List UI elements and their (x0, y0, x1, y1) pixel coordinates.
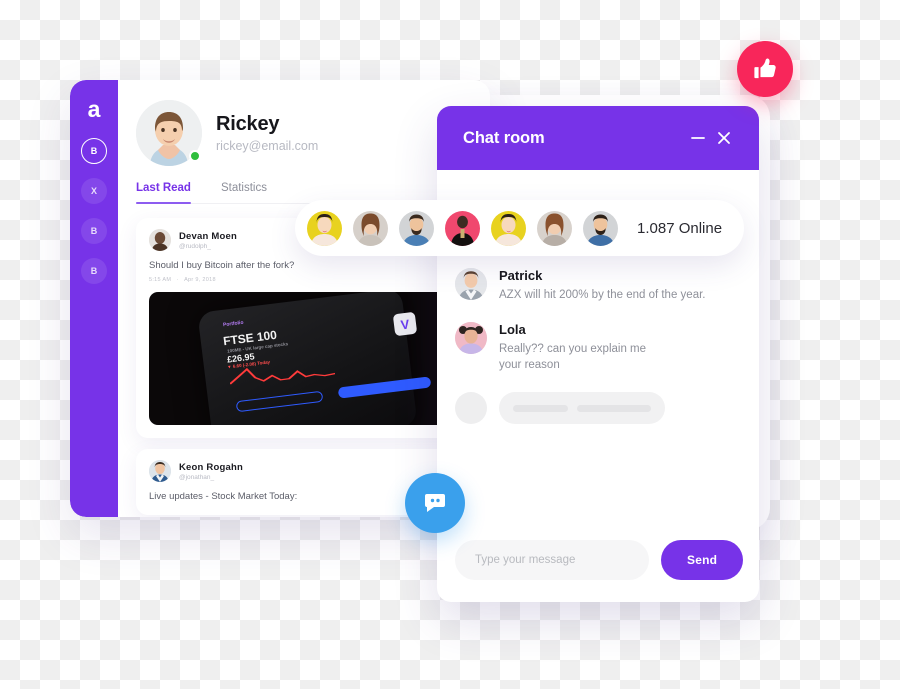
post-time: 5:15 AM (149, 277, 172, 283)
post-header: Keon Rogahn @jonathan_ (149, 460, 459, 482)
avatar-7[interactable] (583, 210, 618, 246)
chat-message-body: Patrick AZX will hit 200% by the end of … (499, 268, 705, 304)
chat-message: Patrick AZX will hit 200% by the end of … (455, 268, 741, 304)
post-meta: 5:15 AM · Apr 9, 2018 (149, 277, 459, 283)
person-portrait-icon (307, 210, 342, 246)
chat-avatar (455, 268, 487, 300)
close-icon (718, 132, 730, 144)
chat-room-panel: Chat room Patrick AZX will hit 200% by t… (437, 106, 759, 602)
avatar-5[interactable] (491, 210, 526, 246)
placeholder-line (577, 404, 651, 412)
sidebar: a B X B B (70, 80, 118, 517)
feed-list: Devan Moen @rudolph_ Should I buy Bitcoi… (136, 218, 472, 515)
chat-avatar (455, 321, 487, 354)
tab-statistics[interactable]: Statistics (221, 182, 267, 203)
send-button[interactable]: Send (661, 540, 744, 580)
post-meta-separator: · (176, 277, 179, 283)
placeholder-line (513, 404, 569, 412)
minimize-icon (691, 137, 705, 139)
page-title: Rickey (216, 113, 280, 135)
post-author-block: Devan Moen @rudolph_ (179, 231, 237, 250)
person-portrait-icon (149, 229, 171, 251)
chat-composer: Send (437, 526, 759, 602)
chat-message-author: Patrick (499, 268, 543, 283)
avatar-6[interactable] (537, 210, 572, 246)
sidebar-item-4-label: B (90, 266, 98, 276)
chat-message-placeholder (455, 392, 741, 425)
avatar-2[interactable] (353, 210, 388, 246)
person-portrait-icon (149, 460, 171, 482)
close-button[interactable] (711, 125, 737, 151)
chat-title: Chat room (463, 128, 545, 147)
person-portrait-icon (455, 268, 487, 300)
chat-message-author: Lola (499, 321, 526, 337)
post-author: Keon Rogahn (179, 461, 243, 473)
sidebar-item-2-label: X (90, 186, 97, 196)
sidebar-item-1[interactable]: B (81, 138, 107, 164)
profile-text: Rickey rickey@email.com (216, 113, 318, 153)
chat-header: Chat room (437, 106, 759, 170)
sidebar-item-1-label: B (90, 146, 98, 156)
person-portrait-icon (399, 210, 434, 246)
post-avatar (149, 229, 171, 251)
sidebar-item-4[interactable]: B (81, 258, 107, 284)
online-users-pill: 1.087 Online (295, 200, 745, 256)
sidebar-item-3[interactable]: B (81, 218, 107, 244)
chat-message-text: AZX will hit 200% by the end of the year… (499, 289, 706, 301)
sparkline-chart (229, 368, 335, 385)
online-avatar-group (307, 210, 629, 246)
sidebar-item-3-label: B (90, 226, 98, 236)
person-portrait-icon (537, 210, 572, 246)
app-logo: a (87, 95, 101, 122)
person-portrait-icon (491, 210, 526, 246)
chat-message-body: Lola Really?? can you explain me your re… (499, 322, 646, 374)
post-handle: @rudolph_ (179, 242, 211, 250)
person-portrait-icon (445, 210, 480, 246)
avatar-1[interactable] (307, 210, 342, 246)
profile-email: rickey@email.com (216, 139, 319, 153)
thumbs-up-icon (754, 58, 776, 79)
avatar[interactable] (136, 100, 202, 166)
chat-fab-button[interactable] (405, 473, 465, 533)
placeholder-avatar (455, 392, 487, 425)
chat-bubble-icon (425, 494, 445, 512)
post-author-block: Keon Rogahn @jonathan_ (179, 462, 243, 481)
post-text: Should I buy Bitcoin after the fork? (149, 260, 295, 271)
profile-header: Rickey rickey@email.com (136, 100, 472, 166)
tab-last-read[interactable]: Last Read (136, 182, 191, 204)
app-icon: V (392, 312, 417, 337)
minimize-button[interactable] (685, 125, 711, 151)
post-author: Devan Moen (179, 230, 237, 242)
like-badge[interactable] (737, 41, 793, 97)
chat-message: Lola Really?? can you explain me your re… (455, 321, 741, 374)
chat-message-text: Really?? can you explain me your reason (499, 342, 647, 372)
post-avatar (149, 460, 171, 482)
dashboard-main: Rickey rickey@email.com Last Read Statis… (118, 80, 490, 517)
online-count-label: 1.087 Online (637, 219, 723, 237)
person-portrait-icon (583, 210, 618, 246)
avatar-4[interactable] (445, 210, 480, 246)
person-portrait-icon (353, 210, 388, 246)
person-portrait-icon (455, 321, 487, 354)
status-badge (189, 150, 201, 162)
message-input[interactable] (455, 540, 649, 580)
post-photo[interactable]: V Portfolio FTSE 100 100ME - UK large ca… (149, 292, 459, 425)
avatar-3[interactable] (399, 210, 434, 246)
post-date: Apr 9, 2018 (184, 277, 216, 283)
sidebar-item-2[interactable]: X (81, 178, 107, 204)
dashboard-card: a B X B B Rickey rickey@email.com Last R… (70, 80, 490, 517)
placeholder-bubble (499, 392, 665, 425)
post-handle: @jonathan_ (179, 473, 215, 481)
